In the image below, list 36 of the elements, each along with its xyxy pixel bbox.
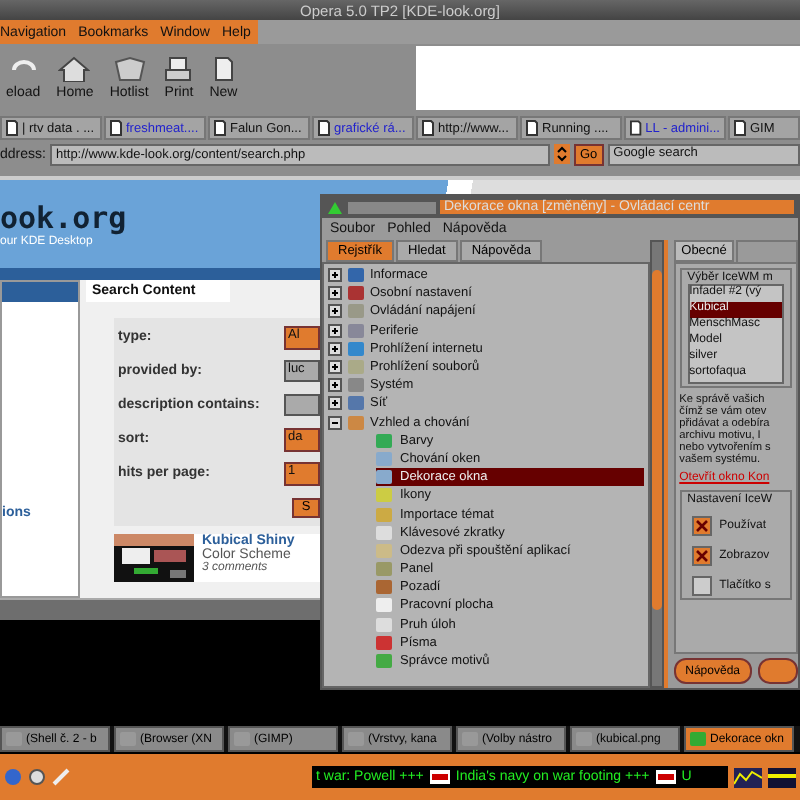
checkbox[interactable] (691, 576, 712, 596)
expand-icon[interactable] (328, 396, 342, 411)
page-icon (630, 120, 642, 136)
news-logo-icon (429, 770, 450, 784)
home-icon (58, 56, 91, 82)
page-icon (213, 56, 234, 82)
expand-icon[interactable] (328, 268, 342, 283)
page-icon (214, 120, 226, 136)
printer-icon (164, 56, 193, 82)
dropdown-icon[interactable] (553, 144, 570, 164)
site-logo: ook.org (0, 200, 127, 236)
input-field[interactable] (284, 394, 320, 416)
window-icon (690, 732, 706, 746)
collapse-icon[interactable] (328, 415, 342, 430)
page-icon (318, 120, 330, 136)
checkbox[interactable] (691, 546, 712, 566)
meter-icon (768, 767, 796, 787)
page-icon (110, 120, 122, 136)
expand-icon[interactable] (328, 341, 342, 356)
news-logo-icon (655, 770, 676, 784)
page-icon (422, 120, 434, 136)
expand-icon[interactable] (328, 323, 342, 338)
page-icon (526, 120, 538, 136)
hotlist-icon (113, 56, 146, 82)
checkbox[interactable] (691, 516, 712, 536)
app-icon (326, 199, 344, 215)
expand-icon[interactable] (328, 286, 342, 301)
expand-icon[interactable] (328, 304, 342, 319)
page-icon (734, 120, 746, 136)
graph-icon (734, 767, 762, 787)
tool-icon[interactable] (52, 768, 70, 786)
expand-icon[interactable] (328, 378, 342, 393)
dialog-button[interactable] (758, 658, 798, 684)
expand-icon[interactable] (328, 360, 342, 375)
page-icon (6, 120, 18, 136)
gear-icon[interactable] (28, 768, 46, 786)
